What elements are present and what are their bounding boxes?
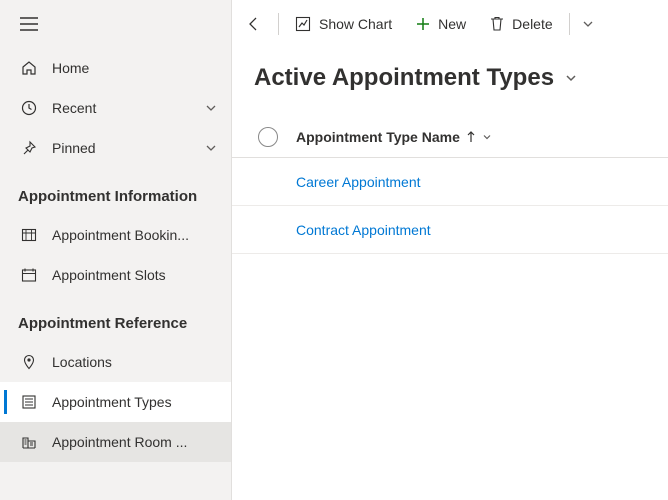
plus-icon: [416, 17, 430, 31]
show-chart-button[interactable]: Show Chart: [285, 6, 402, 42]
delete-label: Delete: [512, 16, 552, 32]
column-menu-chevron-icon[interactable]: [482, 132, 492, 142]
sidebar-item-label: Appointment Slots: [52, 267, 217, 283]
sidebar-item-pinned[interactable]: Pinned: [0, 128, 231, 168]
table-row[interactable]: Contract Appointment: [232, 206, 668, 254]
sidebar-item-label: Appointment Bookin...: [52, 227, 217, 243]
new-label: New: [438, 16, 466, 32]
sidebar-item-label: Pinned: [52, 140, 205, 156]
sidebar-item-label: Recent: [52, 100, 205, 116]
divider: [569, 13, 570, 35]
sidebar-item-label: Appointment Types: [52, 394, 217, 410]
new-button[interactable]: New: [406, 6, 476, 42]
sidebar-item-appointment-room[interactable]: Appointment Room ...: [0, 422, 231, 462]
clock-icon: [20, 99, 38, 117]
column-header-label: Appointment Type Name: [296, 129, 460, 145]
home-icon: [20, 59, 38, 77]
sidebar-item-label: Locations: [52, 354, 217, 370]
chart-icon: [295, 16, 311, 32]
show-chart-label: Show Chart: [319, 16, 392, 32]
view-selector-chevron-icon[interactable]: [564, 71, 578, 85]
section-header-appointment-information: Appointment Information: [0, 168, 231, 215]
sidebar-item-locations[interactable]: Locations: [0, 342, 231, 382]
calendar-grid-icon: [20, 226, 38, 244]
select-all-checkbox[interactable]: [258, 127, 278, 147]
sidebar-item-appointment-bookings[interactable]: Appointment Bookin...: [0, 215, 231, 255]
sort-ascending-icon: [466, 131, 476, 143]
sidebar: Home Recent Pinned Appointment Informati…: [0, 0, 232, 500]
pin-icon: [20, 139, 38, 157]
record-link[interactable]: Contract Appointment: [288, 222, 431, 238]
view-title: Active Appointment Types: [254, 64, 554, 92]
back-button[interactable]: [236, 6, 272, 42]
delete-button[interactable]: Delete: [480, 6, 562, 42]
record-link[interactable]: Career Appointment: [288, 174, 421, 190]
delete-split-button[interactable]: [576, 6, 600, 42]
sidebar-item-appointment-types[interactable]: Appointment Types: [0, 382, 231, 422]
main-area: Show Chart New Delete Active Appointment…: [232, 0, 668, 500]
table-header-row: Appointment Type Name: [232, 116, 668, 158]
command-bar: Show Chart New Delete: [232, 0, 668, 48]
hamburger-icon[interactable]: [20, 15, 38, 33]
location-pin-icon: [20, 353, 38, 371]
sidebar-item-appointment-slots[interactable]: Appointment Slots: [0, 255, 231, 295]
section-header-appointment-reference: Appointment Reference: [0, 295, 231, 342]
list-icon: [20, 393, 38, 411]
divider: [278, 13, 279, 35]
sidebar-item-recent[interactable]: Recent: [0, 88, 231, 128]
table-row[interactable]: Career Appointment: [232, 158, 668, 206]
chevron-down-icon: [205, 102, 217, 114]
sidebar-item-label: Home: [52, 60, 217, 76]
trash-icon: [490, 16, 504, 32]
column-header-name[interactable]: Appointment Type Name: [288, 129, 492, 145]
building-icon: [20, 433, 38, 451]
calendar-icon: [20, 266, 38, 284]
sidebar-item-label: Appointment Room ...: [52, 434, 217, 450]
chevron-down-icon: [205, 142, 217, 154]
sidebar-item-home[interactable]: Home: [0, 48, 231, 88]
